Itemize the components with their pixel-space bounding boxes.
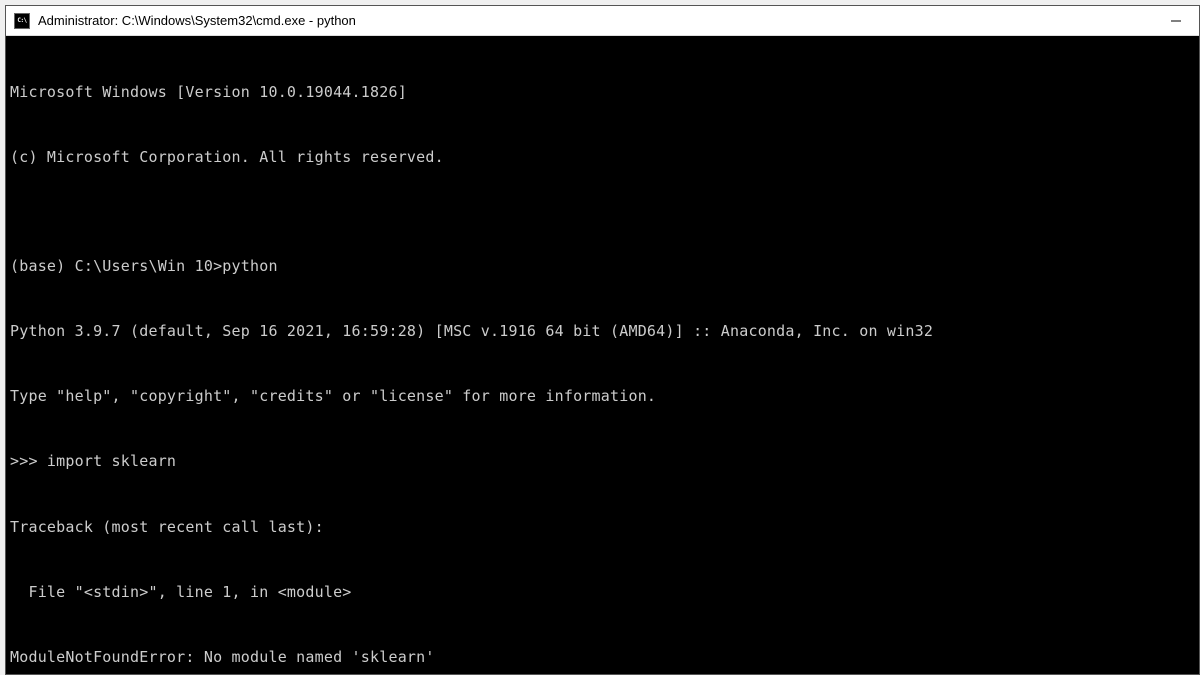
terminal-line: ModuleNotFoundError: No module named 'sk… <box>10 647 1195 669</box>
title-bar[interactable]: Administrator: C:\Windows\System32\cmd.e… <box>6 6 1199 36</box>
terminal-line: Type "help", "copyright", "credits" or "… <box>10 386 1195 408</box>
cmd-window: Administrator: C:\Windows\System32\cmd.e… <box>5 5 1200 675</box>
terminal-line: Traceback (most recent call last): <box>10 517 1195 539</box>
terminal-line: Microsoft Windows [Version 10.0.19044.18… <box>10 82 1195 104</box>
terminal-line: (base) C:\Users\Win 10>python <box>10 256 1195 278</box>
minimize-button[interactable] <box>1153 6 1199 35</box>
terminal-line: >>> import sklearn <box>10 451 1195 473</box>
terminal-line: Python 3.9.7 (default, Sep 16 2021, 16:5… <box>10 321 1195 343</box>
terminal-line: (c) Microsoft Corporation. All rights re… <box>10 147 1195 169</box>
window-controls <box>1153 6 1199 35</box>
terminal-line: File "<stdin>", line 1, in <module> <box>10 582 1195 604</box>
terminal-output[interactable]: Microsoft Windows [Version 10.0.19044.18… <box>6 36 1199 674</box>
cmd-icon <box>14 13 30 29</box>
window-title: Administrator: C:\Windows\System32\cmd.e… <box>38 13 1153 28</box>
